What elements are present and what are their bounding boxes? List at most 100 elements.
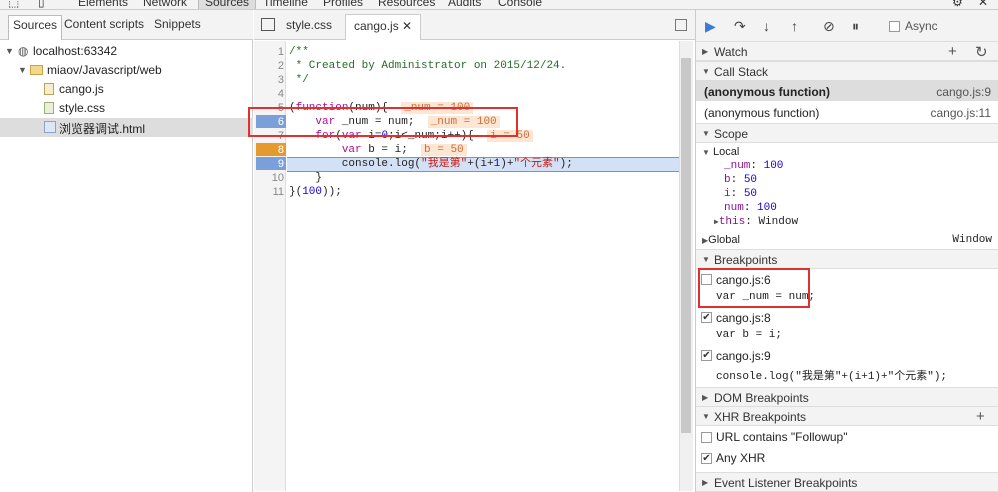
step-into-icon[interactable]: ↓ bbox=[763, 19, 770, 33]
collapsed-arrow-icon: ▶ bbox=[702, 478, 709, 487]
xhr-checkbox[interactable] bbox=[701, 432, 712, 443]
async-checkbox[interactable] bbox=[889, 21, 900, 32]
expand-arrow-icon[interactable]: ▼ bbox=[5, 46, 14, 56]
section-title: Scope bbox=[714, 127, 749, 141]
folder-icon bbox=[30, 65, 43, 75]
scope-global-label: Global bbox=[708, 234, 740, 246]
add-xhr-breakpoint-icon[interactable]: + bbox=[976, 408, 985, 425]
tab-audits[interactable]: Audits bbox=[448, 0, 481, 9]
code-line: var b = i; b = 50 bbox=[289, 143, 467, 157]
section-title: Event Listener Breakpoints bbox=[714, 476, 858, 490]
section-breakpoints[interactable]: ▼ Breakpoints bbox=[696, 249, 998, 269]
tab-style-css[interactable]: style.css bbox=[286, 18, 332, 32]
css-file-icon bbox=[44, 102, 54, 114]
debugger-sidebar: ▶ ↷ ↓ ↑ ⊘ ⏸ Async ▶ Watch + ↻ ▼ Call Sta… bbox=[695, 10, 998, 492]
call-frame[interactable]: (anonymous function) cango.js:9 bbox=[696, 81, 998, 101]
inspect-icon[interactable]: ⬚ bbox=[8, 0, 19, 9]
call-frame[interactable]: (anonymous function) cango.js:11 bbox=[696, 102, 998, 122]
step-over-icon[interactable]: ↷ bbox=[734, 19, 746, 33]
step-out-icon[interactable]: ↑ bbox=[791, 19, 798, 33]
breakpoint-code: var b = i; bbox=[716, 329, 783, 341]
close-tab-icon[interactable]: ✕ bbox=[402, 19, 412, 33]
devtools-tab-bar: ⬚ ▯ Elements Network Sources Timeline Pr… bbox=[0, 0, 998, 10]
inline-value: b = 50 bbox=[421, 144, 467, 156]
collapsed-arrow-icon: ▶ bbox=[702, 393, 709, 402]
navigator-pane: Sources Content scripts Snippets ▼ ◍ loc… bbox=[0, 10, 253, 492]
deactivate-breakpoints-icon[interactable]: ⊘ bbox=[823, 19, 835, 33]
tab-timeline[interactable]: Timeline bbox=[263, 0, 308, 9]
section-watch[interactable]: ▶ Watch + ↻ bbox=[696, 41, 998, 61]
var-value: 100 bbox=[763, 160, 784, 172]
resume-icon[interactable]: ▶ bbox=[705, 19, 716, 33]
section-scope[interactable]: ▼ Scope bbox=[696, 123, 998, 143]
add-watch-icon[interactable]: + bbox=[948, 43, 957, 60]
expanded-arrow-icon: ▼ bbox=[702, 255, 710, 264]
call-frame-name: (anonymous function) bbox=[704, 106, 820, 120]
call-frame-location[interactable]: cango.js:11 bbox=[931, 106, 992, 120]
xhr-checkbox[interactable]: ✔ bbox=[701, 453, 712, 464]
tree-item-folder[interactable]: ▼ miaov/Javascript/web bbox=[0, 61, 253, 80]
code-editor: style.css cango.js ✕ 1 2 3 4 5 6 7 8 9 1… bbox=[248, 10, 695, 492]
scope-local[interactable]: ▼ Local bbox=[702, 145, 739, 159]
breakpoint-location[interactable]: cango.js:8 bbox=[716, 311, 771, 325]
html-file-icon bbox=[44, 121, 56, 133]
annotation-highlight-box bbox=[698, 268, 810, 308]
tab-profiles[interactable]: Profiles bbox=[323, 0, 363, 9]
section-xhr-breakpoints[interactable]: ▼ XHR Breakpoints + bbox=[696, 406, 998, 426]
tab-console[interactable]: Console bbox=[498, 0, 542, 9]
breakpoint-checkbox[interactable]: ✔ bbox=[701, 350, 712, 361]
expand-arrow-icon[interactable]: ▼ bbox=[18, 65, 27, 75]
expanded-arrow-icon: ▼ bbox=[702, 67, 710, 76]
code-line: /** bbox=[289, 46, 309, 58]
tab-resources[interactable]: Resources bbox=[378, 0, 435, 9]
tree-item-file[interactable]: 浏览器调试.html bbox=[0, 118, 253, 137]
scope-global[interactable]: ▶Global Window bbox=[702, 233, 992, 247]
scope-var: num: 100 bbox=[724, 202, 777, 214]
call-frame-location[interactable]: cango.js:9 bbox=[936, 85, 991, 99]
tab-snippets[interactable]: Snippets bbox=[154, 17, 201, 31]
file-label: style.css bbox=[59, 101, 106, 115]
section-title: DOM Breakpoints bbox=[714, 391, 809, 405]
code-line: } bbox=[289, 172, 323, 184]
toggle-debugger-icon[interactable] bbox=[675, 19, 687, 31]
scope-var: b: 50 bbox=[724, 174, 758, 186]
refresh-icon[interactable]: ↻ bbox=[975, 43, 988, 61]
close-icon[interactable]: ✕ bbox=[978, 0, 988, 9]
tab-elements[interactable]: Elements bbox=[78, 0, 128, 9]
scope-this[interactable]: ▶this: Window bbox=[714, 215, 798, 229]
var-value: Window bbox=[758, 216, 799, 228]
section-call-stack[interactable]: ▼ Call Stack bbox=[696, 61, 998, 81]
file-label: 浏览器调试.html bbox=[59, 122, 146, 136]
navigator-tabs: Sources Content scripts Snippets bbox=[0, 10, 253, 40]
js-file-icon bbox=[44, 83, 54, 95]
tab-sources-nav[interactable]: Sources bbox=[8, 15, 63, 40]
tree-item-file[interactable]: style.css bbox=[0, 99, 253, 118]
breakpoint-checkbox[interactable]: ✔ bbox=[701, 312, 712, 323]
code-line: console.log("我是第"+(i+1)+"个元素"); bbox=[289, 158, 573, 170]
section-event-listener-breakpoints[interactable]: ▶ Event Listener Breakpoints bbox=[696, 472, 998, 492]
code-line: */ bbox=[289, 74, 309, 86]
line-number: 3 bbox=[277, 74, 284, 86]
section-dom-breakpoints[interactable]: ▶ DOM Breakpoints bbox=[696, 387, 998, 407]
settings-icon[interactable]: ⚙ bbox=[952, 0, 963, 9]
toggle-navigator-icon[interactable] bbox=[261, 18, 275, 31]
breakpoint-location[interactable]: cango.js:9 bbox=[716, 349, 771, 363]
folder-label: miaov/Javascript/web bbox=[47, 63, 162, 77]
var-name: i bbox=[724, 188, 731, 200]
tab-content-scripts[interactable]: Content scripts bbox=[64, 17, 144, 31]
scrollbar-thumb[interactable] bbox=[681, 58, 691, 433]
tree-item-origin[interactable]: ▼ ◍ localhost:63342 bbox=[0, 42, 253, 61]
pause-on-exceptions-icon[interactable]: ⏸ bbox=[852, 19, 859, 33]
line-number: 8 bbox=[277, 144, 284, 156]
tree-item-file[interactable]: cango.js bbox=[0, 80, 253, 99]
tab-sources[interactable]: Sources bbox=[198, 0, 257, 9]
line-number: 10 bbox=[271, 172, 284, 184]
tab-network[interactable]: Network bbox=[143, 0, 187, 9]
device-icon[interactable]: ▯ bbox=[38, 0, 45, 9]
expanded-arrow-icon: ▼ bbox=[702, 412, 710, 421]
section-title: XHR Breakpoints bbox=[714, 410, 807, 424]
collapsed-arrow-icon: ▶ bbox=[702, 47, 709, 56]
var-value: 50 bbox=[743, 174, 758, 186]
tab-cango-js[interactable]: cango.js ✕ bbox=[345, 14, 422, 40]
var-name: _num bbox=[724, 160, 751, 172]
